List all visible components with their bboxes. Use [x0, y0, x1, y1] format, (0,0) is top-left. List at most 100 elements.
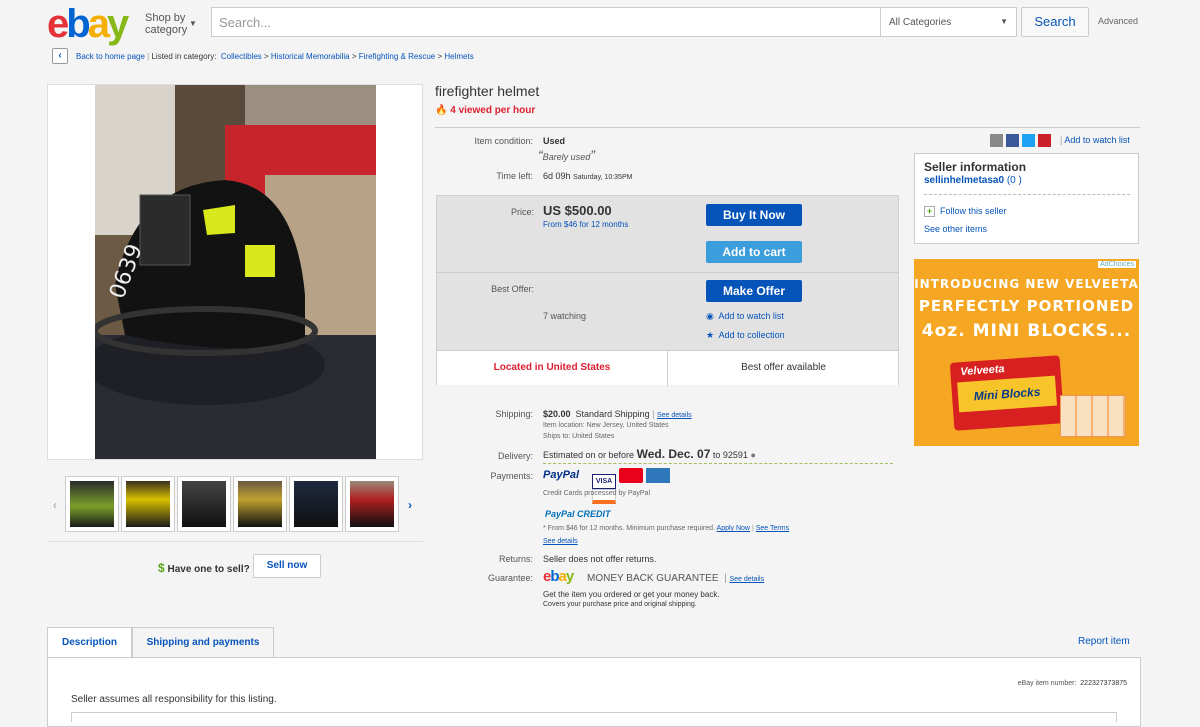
- thumbnail-strip: [65, 476, 405, 532]
- logo-letter-b: b: [66, 2, 91, 46]
- shipping-details-link[interactable]: See details: [657, 412, 692, 419]
- sell-now-button[interactable]: Sell now: [253, 554, 321, 578]
- payments-label: Payments:: [490, 471, 533, 481]
- twitter-icon[interactable]: [1022, 134, 1036, 147]
- velveeta-box: Velveeta Mini Blocks: [949, 355, 1065, 431]
- eye-icon: ◉: [706, 311, 714, 321]
- tab-shipping-payments[interactable]: Shipping and payments: [132, 627, 274, 658]
- shop-by-label: Shop by: [145, 12, 186, 24]
- velveeta-ad[interactable]: AdChoices INTRODUCING NEW VELVEETA PERFE…: [914, 259, 1139, 446]
- breadcrumb-separator: >: [437, 52, 443, 61]
- guarantee-text: MONEY BACK GUARANTEE | See details: [587, 573, 765, 584]
- facebook-icon[interactable]: [1006, 134, 1020, 147]
- main-image-viewer[interactable]: 0639: [47, 84, 423, 460]
- cards-note: Credit Cards processed by PayPal: [543, 490, 650, 497]
- adchoices-label[interactable]: AdChoices: [1098, 261, 1136, 268]
- guarantee-details-link[interactable]: See details: [729, 576, 764, 583]
- listed-in-label: Listed in category:: [151, 52, 217, 61]
- financing-link[interactable]: From $46 for 12 months: [543, 220, 628, 229]
- search-button[interactable]: Search: [1021, 7, 1089, 37]
- viewed-per-hour: 🔥 4 viewed per hour: [435, 105, 535, 116]
- price-box: Price: US $500.00 From $46 for 12 months…: [436, 195, 899, 386]
- thumbnail[interactable]: [121, 476, 175, 532]
- thumb-prev-icon[interactable]: ‹: [53, 498, 57, 512]
- thumbnail[interactable]: [177, 476, 231, 532]
- advanced-search-link[interactable]: Advanced: [1098, 16, 1138, 26]
- delivery-estimate: Estimated on or before Wed. Dec. 07 to 9…: [543, 447, 893, 464]
- see-terms-link[interactable]: See Terms: [756, 525, 789, 532]
- divider: [924, 194, 1130, 195]
- ad-line2: PERFECTLY PORTIONED: [918, 297, 1135, 315]
- pinterest-icon[interactable]: [1038, 134, 1052, 147]
- apply-now-link[interactable]: Apply Now: [717, 525, 750, 532]
- add-to-collection-link[interactable]: ★ Add to collection: [706, 330, 785, 341]
- buy-it-now-button[interactable]: Buy It Now: [706, 204, 802, 226]
- thumb-next-icon[interactable]: ›: [408, 498, 412, 512]
- location-bar: Located in United States Best offer avai…: [437, 350, 898, 386]
- logo-letter-a: a: [87, 2, 110, 46]
- follow-seller-link[interactable]: + Follow this seller: [924, 206, 1007, 217]
- report-item-link[interactable]: Report item: [1078, 636, 1130, 647]
- thumbnail[interactable]: [233, 476, 287, 532]
- chevron-down-icon: ▼: [1000, 17, 1008, 26]
- item-number-value: 222327373875: [1080, 680, 1127, 687]
- credit-note-text: * From $46 for 12 months. Minimum purcha…: [543, 525, 715, 532]
- guarantee-logo-letter: b: [550, 568, 559, 585]
- breadcrumb-historical[interactable]: Historical Memorabilia: [271, 52, 350, 61]
- breadcrumb-collectibles[interactable]: Collectibles: [221, 52, 262, 61]
- add-to-watch-list-link[interactable]: ◉ Add to watch list: [706, 311, 784, 322]
- add-watch-text: Add to watch list: [718, 311, 784, 321]
- credit-details-link[interactable]: See details: [543, 538, 578, 545]
- thumbnail[interactable]: [345, 476, 399, 532]
- category-select[interactable]: All Categories ▼: [880, 7, 1017, 37]
- credit-card-icons: VISA: [592, 468, 697, 504]
- returns-label: Returns:: [498, 554, 533, 564]
- breadcrumb-firefighting[interactable]: Firefighting & Rescue: [359, 52, 435, 61]
- ad-line3: 4oz. MINI BLOCKS...: [921, 321, 1132, 341]
- add-to-watch-list-top[interactable]: | Add to watch list: [1060, 135, 1130, 145]
- guarantee-line2: Covers your purchase price and original …: [543, 601, 697, 608]
- responsibility-note: Seller assumes all responsibility for th…: [71, 694, 277, 705]
- make-offer-button[interactable]: Make Offer: [706, 280, 802, 302]
- add-to-cart-button[interactable]: Add to cart: [706, 241, 802, 263]
- category-label: category: [145, 24, 188, 36]
- time-left-detail: Saturday, 10:35PM: [573, 174, 633, 181]
- info-icon[interactable]: ●: [750, 450, 755, 460]
- seller-name-link[interactable]: sellinhelmetasa0 (0 ): [924, 175, 1022, 186]
- delivery-label: Delivery:: [497, 451, 533, 461]
- shop-by-category-button[interactable]: Shop by category ▼: [145, 12, 197, 36]
- ad-brand: Velveeta: [960, 363, 1005, 379]
- fire-icon: 🔥: [435, 105, 448, 116]
- breadcrumb-helmets[interactable]: Helmets: [444, 52, 473, 61]
- guarantee-logo-letter: a: [558, 568, 567, 585]
- divider: [435, 127, 1140, 128]
- guarantee-label: Guarantee:: [487, 573, 533, 583]
- search-input[interactable]: Search...: [211, 7, 880, 37]
- condition-note-text: Barely used: [542, 152, 591, 162]
- mastercard-icon: [619, 468, 644, 483]
- social-share: [990, 134, 1052, 148]
- ebay-logo[interactable]: ebay: [47, 2, 129, 46]
- seller-score: (0 ): [1006, 175, 1022, 186]
- ad-product: Mini Blocks: [957, 375, 1057, 413]
- back-arrow-icon[interactable]: ‹: [52, 48, 68, 64]
- back-to-home-link[interactable]: Back to home page: [76, 52, 145, 61]
- add-collection-text: Add to collection: [718, 330, 785, 340]
- ad-line1: INTRODUCING NEW VELVEETA: [914, 277, 1139, 291]
- price-label: Price:: [510, 207, 534, 217]
- divider: [47, 541, 423, 542]
- see-other-items-link[interactable]: See other items: [924, 224, 987, 234]
- tab-description[interactable]: Description: [47, 627, 132, 658]
- item-title: firefighter helmet: [435, 83, 540, 99]
- best-offer-available: Best offer available: [741, 362, 826, 373]
- breadcrumb-separator: >: [264, 52, 269, 61]
- thumbnail[interactable]: [65, 476, 119, 532]
- ebay-guarantee-logo: ebay: [543, 568, 574, 585]
- thumbnail[interactable]: [289, 476, 343, 532]
- viewed-text: 4 viewed per hour: [450, 105, 536, 116]
- have-one-label: Have one to sell?: [167, 564, 250, 575]
- have-one-to-sell: $ Have one to sell?: [158, 561, 250, 575]
- email-icon[interactable]: [990, 134, 1003, 147]
- plus-icon: +: [924, 206, 935, 217]
- amex-icon: [646, 468, 671, 483]
